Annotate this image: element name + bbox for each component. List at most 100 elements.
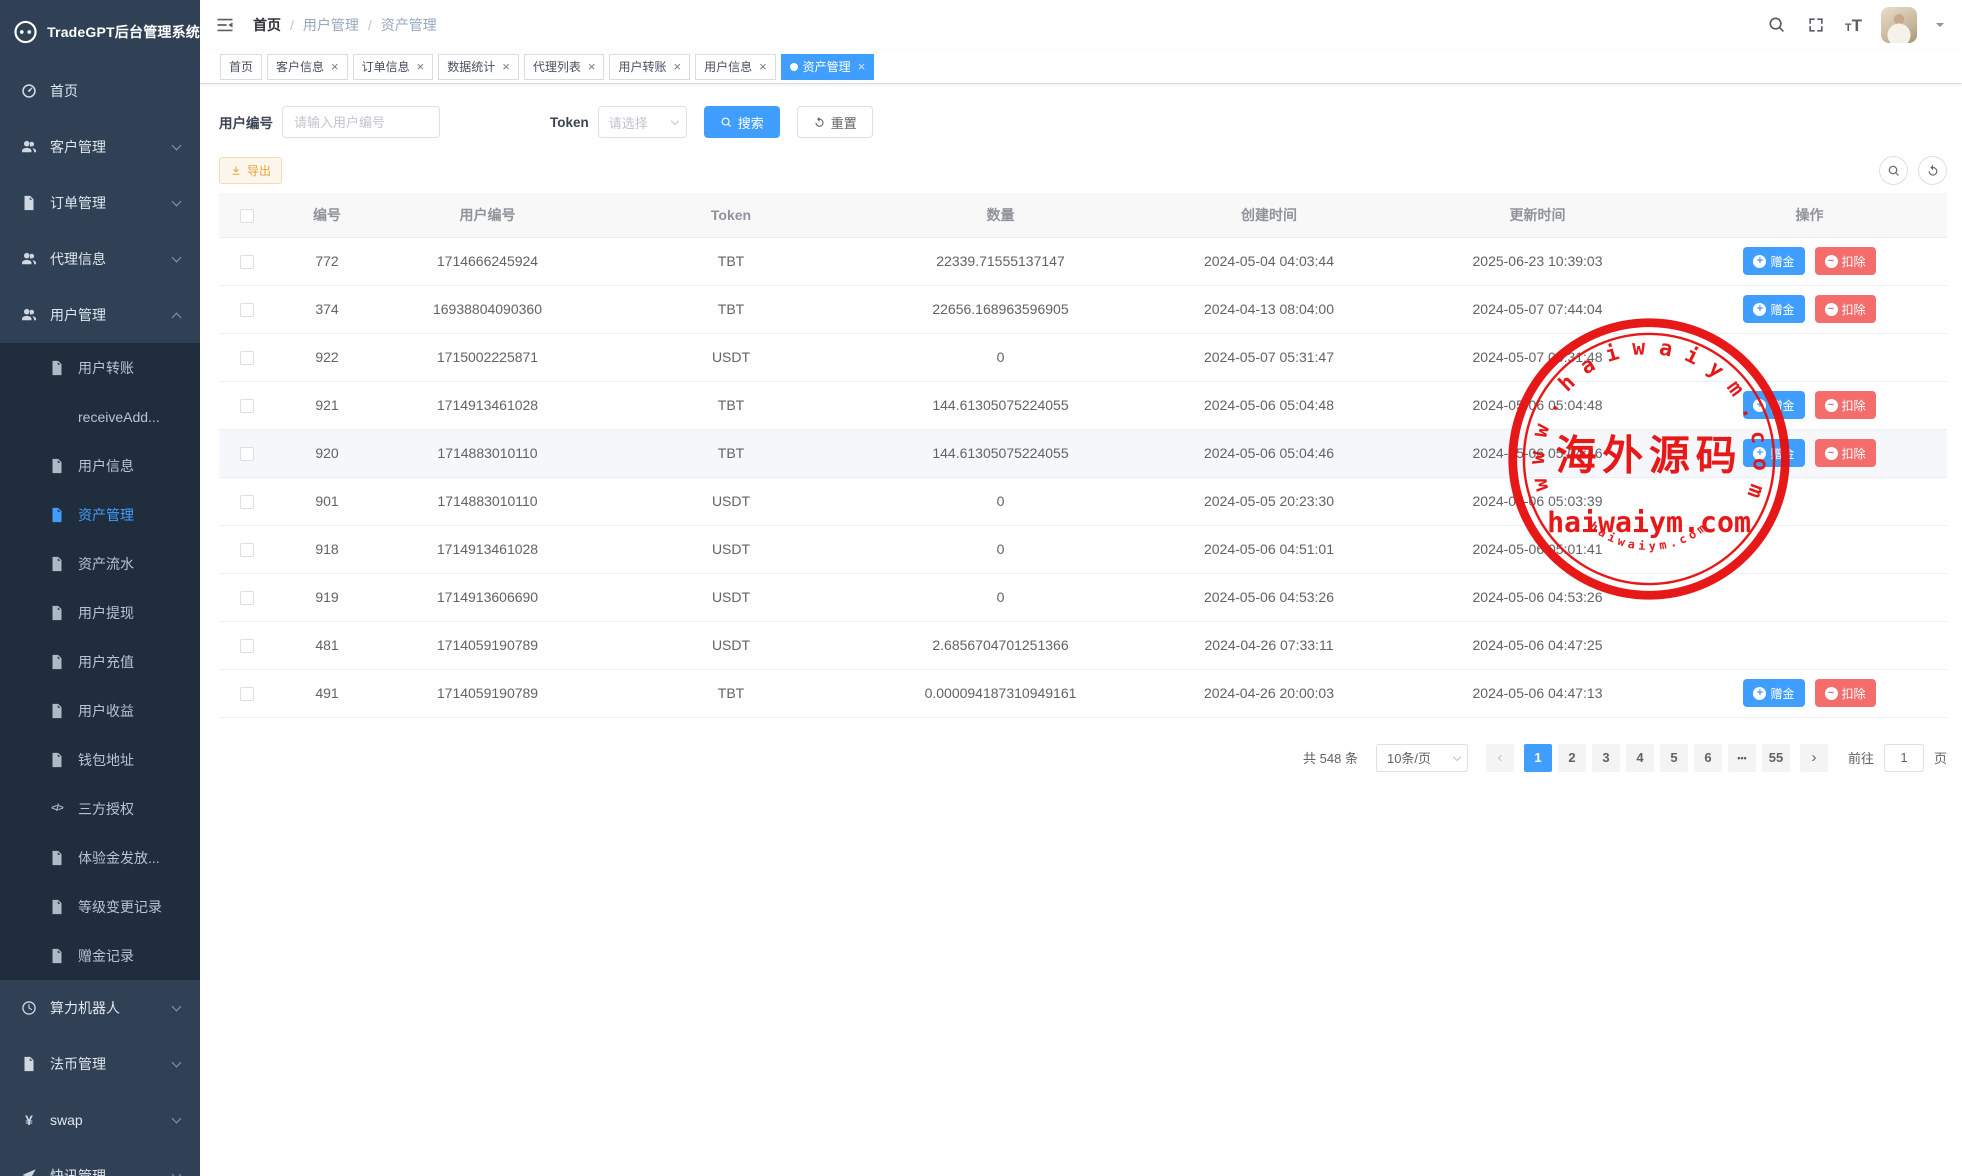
reset-button-label: 重置 [831,113,857,132]
search-button-label: 搜索 [738,113,764,132]
tab-close-icon[interactable]: × [759,60,767,73]
row-checkbox[interactable] [240,255,254,269]
breadcrumb-item[interactable]: 首页 [253,15,281,35]
table-refresh-button[interactable] [1918,156,1947,185]
row-user-id: 1714883010110 [379,429,596,477]
pager-page-2[interactable]: 2 [1558,744,1586,772]
plus-circle-icon: + [1753,255,1766,268]
row-checkbox[interactable] [240,351,254,365]
hamburger-icon[interactable] [215,15,235,35]
sidebar-subitem-third-party-auth[interactable]: </>三方授权 [0,784,200,833]
sidebar-item-swap[interactable]: ¥swap [0,1092,200,1148]
deduct-button[interactable]: −扣除 [1815,679,1876,707]
sidebar-subitem-trial-fund-grant[interactable]: 体验金发放... [0,833,200,882]
row-checkbox[interactable] [240,687,254,701]
export-button[interactable]: 导出 [219,157,282,184]
deduct-button[interactable]: −扣除 [1815,247,1876,275]
tab-order-info[interactable]: 订单信息× [353,54,434,80]
tab-agent-list[interactable]: 代理列表× [524,54,605,80]
sidebar-item-agent-info[interactable]: 代理信息 [0,231,200,287]
pager-prev-button[interactable]: ‹ [1486,744,1514,772]
pager-page-5[interactable]: 5 [1660,744,1688,772]
search-icon[interactable] [1767,15,1787,35]
user-id-input[interactable] [282,106,440,138]
grant-bonus-button[interactable]: +赠金 [1743,247,1804,275]
breadcrumb-separator: / [290,17,294,33]
goto-page-input[interactable] [1884,744,1924,772]
avatar[interactable] [1881,7,1917,43]
deduct-button[interactable]: −扣除 [1815,295,1876,323]
sidebar-item-news-mgmt[interactable]: 快讯管理 [0,1148,200,1176]
page-size-select[interactable]: 10条/页 [1376,744,1468,772]
row-checkbox[interactable] [240,495,254,509]
sidebar-subitem-user-info[interactable]: 用户信息 [0,441,200,490]
sidebar-subitem-label: receiveAdd... [78,409,160,425]
row-user-id: 1714913461028 [379,525,596,573]
tab-close-icon[interactable]: × [502,60,510,73]
tab-close-icon[interactable]: × [673,60,681,73]
sidebar-subitem-user-earnings[interactable]: 用户收益 [0,686,200,735]
sidebar-item-home[interactable]: 首页 [0,63,200,119]
sidebar-subitem-bonus-record[interactable]: 赠金记录 [0,931,200,980]
document-icon [20,1055,38,1073]
navbar-left: 首页/用户管理/资产管理 [215,15,437,35]
deduct-button[interactable]: −扣除 [1815,391,1876,419]
sidebar-item-compute-robot[interactable]: 算力机器人 [0,980,200,1036]
pager-page-55[interactable]: 55 [1762,744,1790,772]
sidebar-item-fiat-mgmt[interactable]: 法币管理 [0,1036,200,1092]
row-checkbox[interactable] [240,639,254,653]
sidebar-subitem-asset-mgmt[interactable]: 资产管理 [0,490,200,539]
tab-data-stats[interactable]: 数据统计× [438,54,519,80]
pager-page-1[interactable]: 1 [1524,744,1552,772]
tab-asset-mgmt[interactable]: 资产管理× [781,54,875,80]
sidebar-subitem-user-withdraw[interactable]: 用户提现 [0,588,200,637]
sidebar-item-customer-mgmt[interactable]: 客户管理 [0,119,200,175]
sidebar-subitem-level-change-record[interactable]: 等级变更记录 [0,882,200,931]
pager-page-4[interactable]: 4 [1626,744,1654,772]
row-amount: 0 [866,477,1135,525]
reset-button[interactable]: 重置 [797,106,873,138]
grant-bonus-button[interactable]: +赠金 [1743,295,1804,323]
tab-close-icon[interactable]: × [588,60,596,73]
sidebar-subitem-receive-add[interactable]: receiveAdd... [0,392,200,441]
caret-down-icon[interactable] [1936,23,1944,31]
row-checkbox[interactable] [240,399,254,413]
minus-circle-icon: − [1825,303,1838,316]
document-icon [48,359,66,377]
grant-bonus-button[interactable]: +赠金 [1743,391,1804,419]
tab-close-icon[interactable]: × [331,60,339,73]
grant-bonus-button[interactable]: +赠金 [1743,679,1804,707]
table-search-button[interactable] [1879,156,1908,185]
row-checkbox[interactable] [240,591,254,605]
chevron-down-icon [172,197,182,207]
sidebar-subitem-asset-flow[interactable]: 资产流水 [0,539,200,588]
tab-user-transfer[interactable]: 用户转账× [609,54,690,80]
pager-page-3[interactable]: 3 [1592,744,1620,772]
sidebar-subitem-user-recharge[interactable]: 用户充值 [0,637,200,686]
tab-customer-info[interactable]: 客户信息× [267,54,348,80]
font-size-icon[interactable]: TT [1845,17,1862,34]
pager-more-button[interactable]: ••• [1728,744,1756,772]
pager-page-6[interactable]: 6 [1694,744,1722,772]
sidebar-item-order-mgmt[interactable]: 订单管理 [0,175,200,231]
tab-user-info[interactable]: 用户信息× [695,54,776,80]
select-all-checkbox[interactable] [240,209,254,223]
row-checkbox[interactable] [240,447,254,461]
token-select[interactable]: 请选择 [598,106,687,138]
tab-close-icon[interactable]: × [858,60,866,73]
fullscreen-icon[interactable] [1806,15,1826,35]
search-button[interactable]: 搜索 [704,106,780,138]
pager-next-button[interactable]: › [1800,744,1828,772]
row-id: 921 [275,381,379,429]
sidebar-subitem-user-transfer[interactable]: 用户转账 [0,343,200,392]
row-checkbox[interactable] [240,303,254,317]
tab-close-icon[interactable]: × [417,60,425,73]
sidebar-subitem-wallet-address[interactable]: 钱包地址 [0,735,200,784]
tab-home[interactable]: 首页 [220,54,262,80]
grant-bonus-button[interactable]: +赠金 [1743,439,1804,467]
sidebar-subitem-label: 赠金记录 [78,946,134,966]
sidebar-item-user-mgmt[interactable]: 用户管理 [0,287,200,343]
row-checkbox[interactable] [240,543,254,557]
row-updated-time: 2024-05-07 05:31:48 [1403,333,1672,381]
deduct-button[interactable]: −扣除 [1815,439,1876,467]
